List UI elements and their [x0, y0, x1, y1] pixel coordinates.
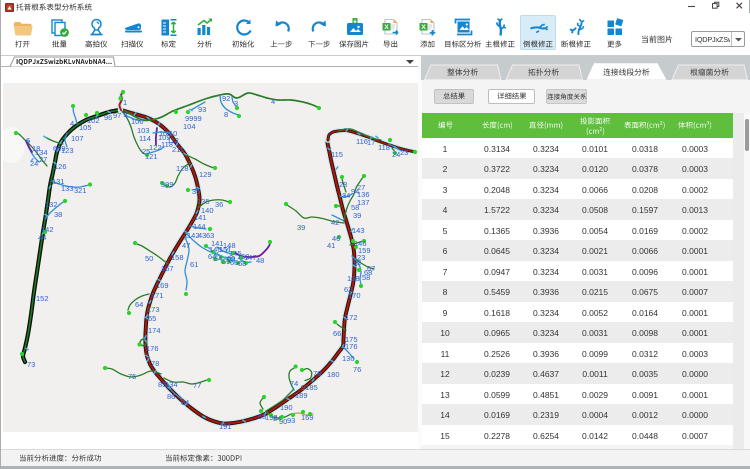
svg-text:121: 121: [145, 152, 158, 161]
svg-text:4: 4: [70, 119, 74, 128]
svg-text:309: 309: [161, 180, 174, 189]
svg-text:27: 27: [357, 183, 365, 192]
svg-text:104: 104: [183, 122, 196, 131]
svg-text:169: 169: [301, 413, 314, 422]
svg-text:141: 141: [211, 239, 224, 248]
svg-text:75: 75: [128, 372, 136, 381]
svg-text:126: 126: [54, 162, 67, 171]
svg-text:39: 39: [297, 223, 305, 232]
svg-text:41: 41: [327, 241, 335, 250]
svg-text:X: X: [421, 24, 426, 31]
svg-text:100: 100: [131, 117, 144, 126]
svg-text:9: 9: [123, 110, 127, 119]
svg-text:158: 158: [171, 253, 184, 262]
svg-text:73: 73: [27, 360, 35, 369]
svg-text:175: 175: [345, 335, 358, 344]
svg-text:173: 173: [147, 305, 160, 314]
svg-text:67: 67: [367, 264, 375, 273]
svg-text:93: 93: [198, 105, 206, 114]
svg-text:62: 62: [344, 285, 352, 294]
svg-text:171: 171: [151, 291, 164, 300]
svg-text:146: 146: [354, 239, 367, 248]
svg-text:58: 58: [351, 203, 359, 212]
svg-text:191: 191: [219, 422, 232, 431]
svg-text:1: 1: [123, 98, 127, 107]
svg-text:189: 189: [295, 391, 308, 400]
svg-text:135: 135: [197, 197, 210, 206]
svg-text:64: 64: [135, 300, 143, 309]
svg-text:180: 180: [327, 370, 340, 379]
svg-text:6: 6: [26, 136, 30, 145]
svg-text:76: 76: [353, 365, 361, 374]
svg-text:144: 144: [193, 222, 206, 231]
svg-text:172: 172: [345, 313, 358, 322]
svg-text:143: 143: [352, 226, 365, 235]
svg-text:42: 42: [331, 218, 339, 227]
svg-text:190: 190: [280, 403, 293, 412]
svg-text:36: 36: [215, 200, 223, 209]
svg-text:78: 78: [151, 359, 159, 368]
svg-text:167: 167: [161, 264, 174, 273]
svg-text:129: 129: [199, 170, 212, 179]
svg-text:17: 17: [367, 138, 375, 147]
svg-text:152: 152: [36, 294, 49, 303]
svg-text:97: 97: [113, 111, 121, 120]
svg-text:134: 134: [165, 380, 178, 389]
svg-text:123: 123: [61, 146, 74, 155]
svg-text:128: 128: [176, 164, 189, 173]
svg-text:27: 27: [39, 155, 47, 164]
svg-text:X: X: [384, 24, 389, 31]
svg-text:107: 107: [71, 134, 84, 143]
svg-text:133: 133: [61, 184, 74, 193]
svg-text:93: 93: [287, 416, 295, 425]
svg-text:132: 132: [45, 200, 58, 209]
svg-text:168: 168: [347, 274, 360, 283]
svg-text:86: 86: [167, 392, 175, 401]
svg-text:105: 105: [79, 123, 92, 132]
svg-text:77: 77: [193, 381, 201, 390]
svg-text:74: 74: [290, 379, 298, 388]
svg-text:9185: 9185: [301, 383, 318, 392]
svg-text:122: 122: [149, 143, 162, 152]
svg-text:39: 39: [353, 211, 361, 220]
svg-text:28: 28: [339, 180, 347, 189]
svg-text:60: 60: [227, 254, 235, 263]
svg-text:66: 66: [333, 329, 341, 338]
svg-text:24: 24: [30, 159, 38, 168]
svg-text:8: 8: [224, 110, 228, 119]
svg-text:118: 118: [378, 143, 390, 152]
svg-text:96: 96: [104, 113, 112, 122]
svg-text:78: 78: [313, 369, 321, 378]
svg-text:23: 23: [400, 148, 408, 157]
svg-text:65: 65: [148, 314, 156, 323]
svg-text:3: 3: [234, 99, 238, 108]
svg-text:47: 47: [182, 241, 190, 250]
svg-text:84: 84: [181, 398, 189, 407]
svg-text:176: 176: [146, 344, 159, 353]
svg-text:130: 130: [342, 354, 355, 363]
svg-text:211: 211: [172, 145, 184, 154]
svg-text:148: 148: [223, 241, 236, 250]
svg-text:44: 44: [38, 233, 46, 242]
svg-text:4: 4: [271, 97, 275, 106]
svg-text:150: 150: [237, 252, 250, 261]
svg-text:174: 174: [148, 326, 161, 335]
svg-text:34: 34: [342, 191, 350, 200]
svg-text:50: 50: [145, 254, 153, 263]
svg-text:169: 169: [156, 281, 169, 290]
svg-text:61: 61: [190, 260, 198, 269]
svg-text:35: 35: [192, 187, 200, 196]
svg-text:321: 321: [74, 186, 87, 195]
svg-text:48: 48: [256, 256, 264, 265]
svg-text:10: 10: [169, 129, 177, 138]
svg-text:141: 141: [194, 213, 207, 222]
svg-text:64: 64: [208, 252, 216, 261]
svg-text:115: 115: [331, 150, 343, 159]
svg-text:38: 38: [54, 210, 62, 219]
svg-text:92: 92: [222, 94, 230, 103]
svg-text:114: 114: [139, 134, 151, 143]
